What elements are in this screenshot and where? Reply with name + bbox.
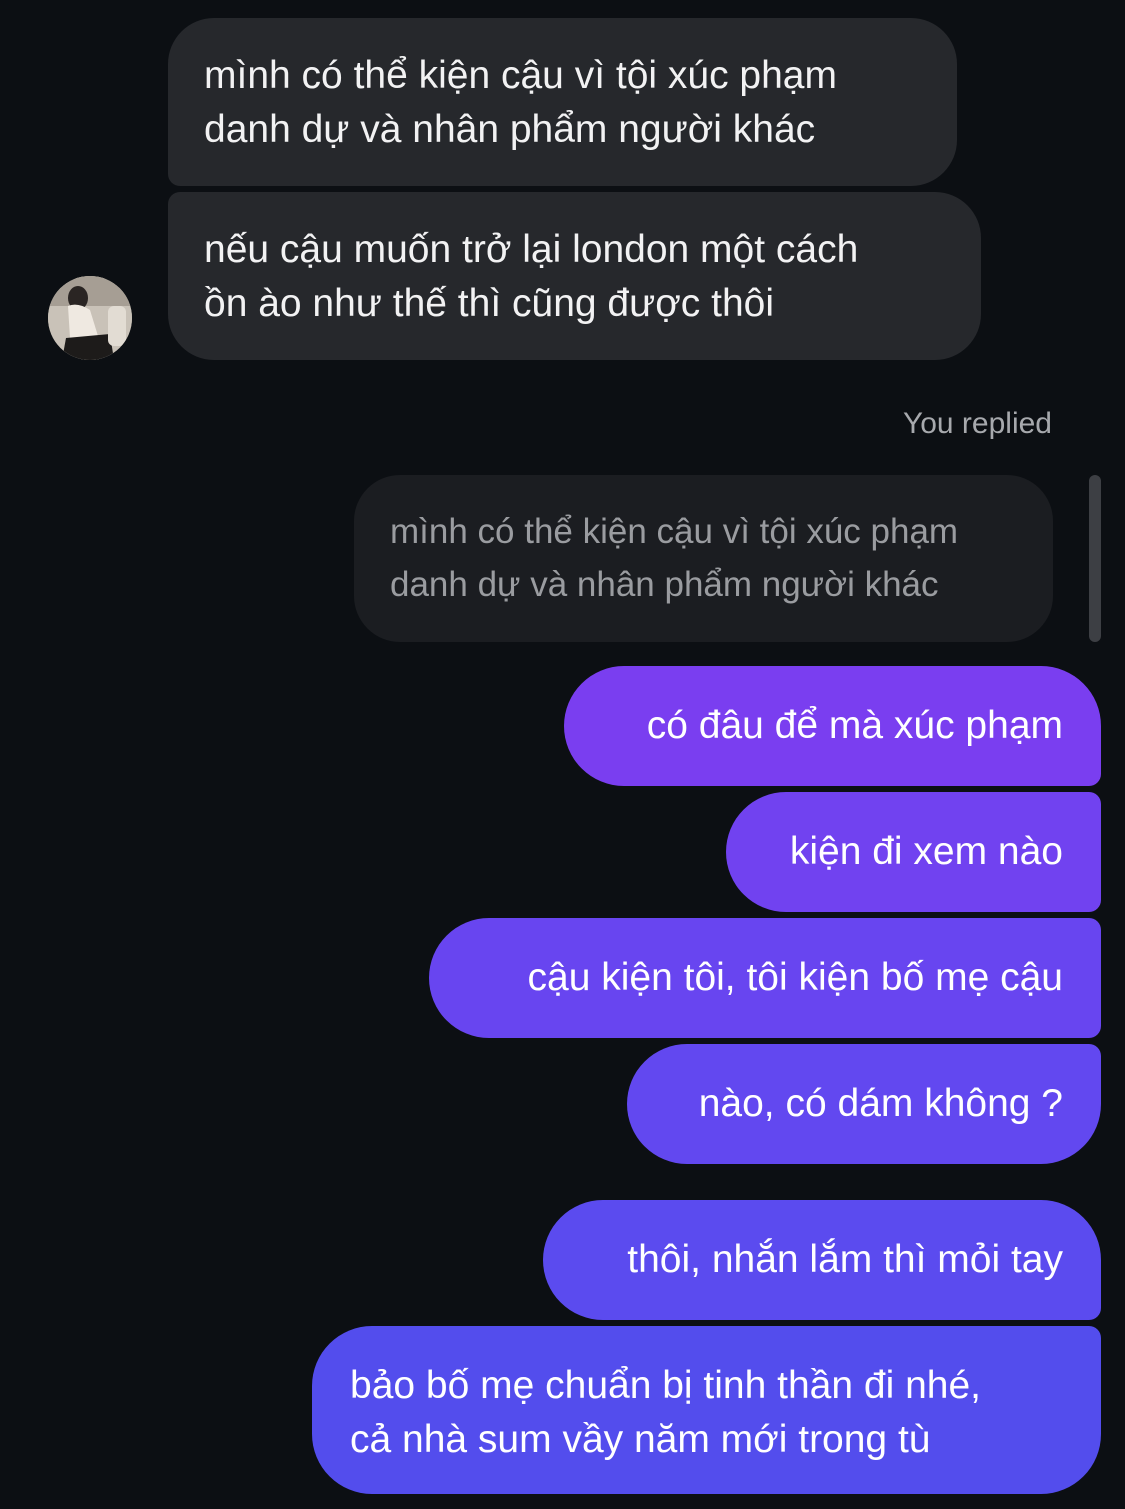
message-text: nếu cậu muốn trở lại london một cách	[204, 228, 859, 271]
message-text: cậu kiện tôi, tôi kiện bố mẹ cậu	[527, 956, 1063, 999]
outgoing-message[interactable]: thôi, nhắn lắm thì mỏi tay	[543, 1200, 1101, 1320]
outgoing-message[interactable]: có đâu để mà xúc phạm	[564, 666, 1101, 786]
message-text: bảo bố mẹ chuẩn bị tinh thần đi nhé,	[350, 1364, 981, 1407]
message-text: cả nhà sum vầy năm mới trong tù	[350, 1418, 931, 1461]
quoted-text: danh dự và nhân phẩm người khác	[390, 565, 939, 604]
incoming-message[interactable]: mình có thể kiện cậu vì tội xúc phạm dan…	[168, 18, 957, 186]
incoming-message[interactable]: nếu cậu muốn trở lại london một cách ồn …	[168, 192, 981, 360]
message-text: kiện đi xem nào	[789, 830, 1063, 873]
reply-indicator-bar	[1089, 475, 1101, 642]
outgoing-message[interactable]: nào, có dám không ?	[627, 1044, 1101, 1164]
message-text: danh dự và nhân phẩm người khác	[204, 108, 816, 151]
outgoing-message[interactable]: bảo bố mẹ chuẩn bị tinh thần đi nhé, cả …	[312, 1326, 1101, 1494]
message-text: nào, có dám không ?	[698, 1082, 1063, 1125]
outgoing-message[interactable]: cậu kiện tôi, tôi kiện bố mẹ cậu	[429, 918, 1101, 1038]
message-text: mình có thể kiện cậu vì tội xúc phạm	[204, 54, 837, 97]
message-text: có đâu để mà xúc phạm	[646, 704, 1063, 747]
quoted-text: mình có thể kiện cậu vì tội xúc phạm	[390, 512, 959, 551]
message-text: ồn ào như thế thì cũng được thôi	[204, 282, 774, 325]
you-replied-label: You replied	[902, 407, 1052, 440]
contact-avatar[interactable]	[48, 276, 132, 360]
quoted-reply-bubble[interactable]: mình có thể kiện cậu vì tội xúc phạm dan…	[354, 475, 1053, 642]
message-text: thôi, nhắn lắm thì mỏi tay	[627, 1238, 1063, 1281]
avatar-photo-icon	[48, 276, 132, 360]
outgoing-message[interactable]: kiện đi xem nào	[726, 792, 1101, 912]
